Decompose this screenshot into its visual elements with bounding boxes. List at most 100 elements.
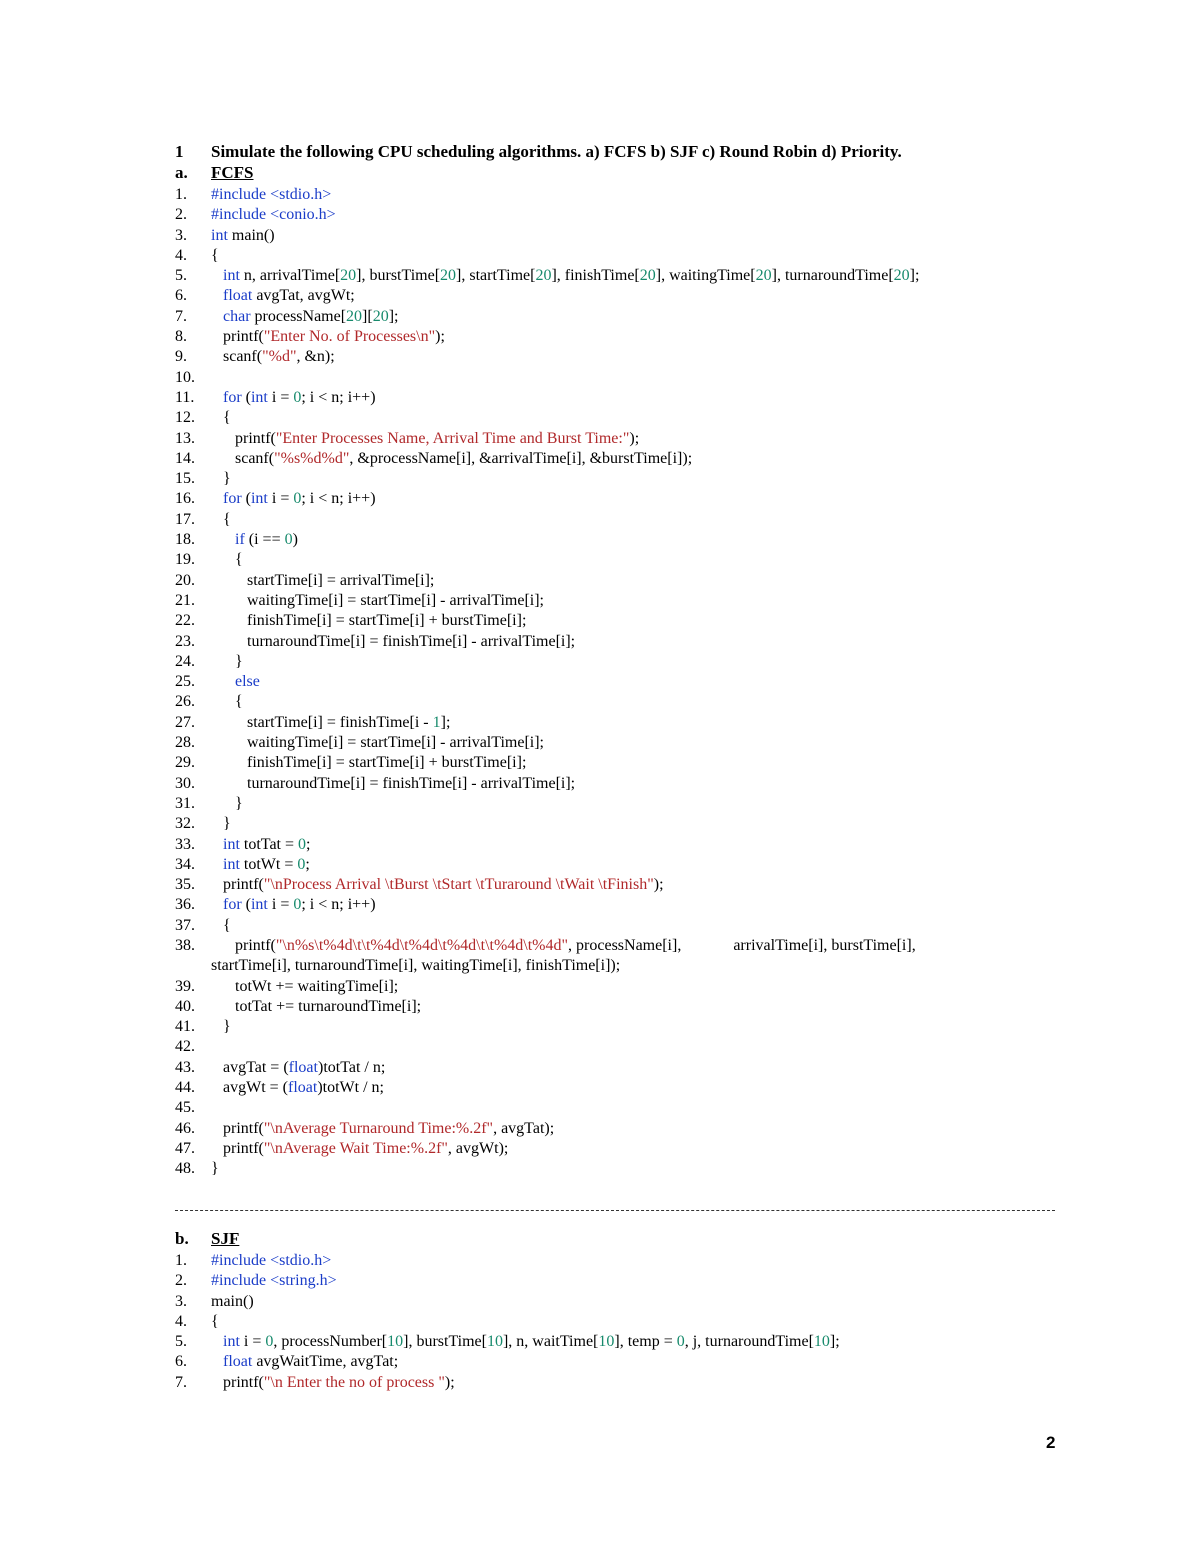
code-token: (i == — [244, 531, 285, 549]
page-number: 2 — [1046, 1433, 1056, 1452]
code-line: startTime[i], turnaroundTime[i], waiting… — [175, 956, 919, 976]
code-token: 0 — [284, 531, 293, 549]
code-token: avgTat = ( — [211, 1058, 289, 1076]
code-token: , &n); — [296, 348, 335, 366]
code-token: int — [250, 388, 268, 406]
fcfs-code-block: 1. #include <stdio.h> 2. #include <conio.h>… — [175, 185, 919, 1180]
code-token: totWt += waitingTime[i]; — [211, 977, 399, 995]
line-number: 10. — [175, 368, 195, 386]
code-line: 24. } — [175, 652, 919, 672]
code-token: printf( — [211, 936, 276, 954]
code-token: ); — [653, 876, 664, 894]
code-token: float — [288, 1058, 318, 1076]
code-line: 45. — [175, 1098, 919, 1118]
code-token: { — [211, 551, 243, 569]
code-token: avgWt = ( — [211, 1079, 288, 1097]
line-number: 4. — [175, 1312, 187, 1330]
code-token: 10 — [486, 1333, 503, 1351]
line-number: 7. — [175, 1373, 187, 1391]
code-line: 43. avgTat = (float)totTat / n; — [175, 1058, 919, 1078]
line-number: 46. — [175, 1119, 195, 1137]
code-token: ], n, waitTime[ — [502, 1333, 599, 1351]
code-token: n, arrivalTime[ — [239, 267, 341, 285]
code-token: finishTime[i] = startTime[i] + burstTime… — [211, 754, 527, 772]
line-number: 42. — [175, 1038, 195, 1056]
code-line: 41. } — [175, 1017, 919, 1037]
section-divider — [175, 1210, 1055, 1211]
code-token: 20 — [755, 267, 772, 285]
code-token: i = — [267, 896, 294, 914]
code-line: 47. printf("\nAverage Wait Time:%.2f", a… — [175, 1139, 919, 1159]
code-token: ); — [444, 1373, 455, 1391]
code-token: ]; — [829, 1333, 840, 1351]
code-token: , avgWt); — [447, 1139, 509, 1157]
code-token: { — [211, 246, 219, 264]
line-number: 30. — [175, 774, 195, 792]
line-number: 25. — [175, 673, 195, 691]
code-token: scanf( — [211, 348, 263, 366]
code-token: ); — [435, 328, 445, 346]
code-line: 25. else — [175, 672, 919, 692]
code-line: 4. { — [175, 1312, 840, 1332]
code-token: startTime[i] = arrivalTime[i]; — [211, 571, 435, 589]
code-token: "\n Enter the no of process " — [263, 1373, 445, 1391]
line-number: 28. — [175, 734, 195, 752]
line-number: 45. — [175, 1099, 195, 1117]
line-number: 1. — [175, 186, 187, 203]
line-number: 32. — [175, 815, 195, 833]
code-line: 19. { — [175, 550, 919, 570]
code-line: 3. main() — [175, 1292, 840, 1312]
code-token: ], burstTime[ — [356, 267, 441, 285]
line-number: 18. — [175, 531, 195, 549]
code-line: 46. printf("\nAverage Turnaround Time:%.… — [175, 1119, 919, 1139]
line-number: 38. — [175, 936, 195, 954]
code-line: 29. finishTime[i] = startTime[i] + burst… — [175, 753, 919, 773]
code-line: 42. — [175, 1037, 919, 1057]
code-token: printf( — [211, 1139, 264, 1157]
code-line: 48.} — [175, 1159, 919, 1179]
line-number: 39. — [175, 977, 195, 995]
code-line: 36. for (int i = 0; i < n; i++) — [175, 895, 919, 915]
code-token: printf( — [211, 429, 276, 447]
code-token: { — [211, 916, 231, 934]
code-token: { — [211, 510, 231, 528]
code-token: ( — [241, 490, 251, 508]
code-token: ; — [305, 855, 310, 873]
code-line: 9. scanf("%d", &n); — [175, 347, 919, 367]
code-token: main() — [211, 1292, 254, 1310]
code-line: 26. { — [175, 692, 919, 712]
line-number: 36. — [175, 896, 195, 914]
code-line: 44. avgWt = (float)totWt / n; — [175, 1078, 919, 1098]
line-number: 43. — [175, 1058, 195, 1076]
code-token: printf( — [211, 1373, 264, 1391]
code-line: 28. waitingTime[i] = startTime[i] - arri… — [175, 733, 919, 753]
code-token: char — [223, 307, 251, 325]
code-line: 11. for (int i = 0; i < n; i++) — [175, 388, 919, 408]
code-token: ; — [306, 835, 311, 853]
line-number: 29. — [175, 754, 195, 772]
code-token: } — [211, 1160, 219, 1178]
code-line: 18. if (i == 0) — [175, 530, 919, 550]
line-number: 37. — [175, 916, 195, 934]
code-line: 37. { — [175, 916, 919, 936]
code-token: , j, turnaroundTime[ — [684, 1333, 814, 1351]
code-line: 10. — [175, 368, 919, 388]
line-number: 26. — [175, 693, 195, 711]
sjf-code-block: 1. #include <stdio.h> 2. #include <string.h… — [175, 1251, 840, 1393]
code-token: int — [211, 226, 228, 244]
line-number: 5. — [175, 1333, 187, 1351]
code-line: 7. char processName[20][20]; — [175, 307, 919, 327]
code-token: 20 — [440, 267, 457, 285]
code-token: )totWt / n; — [317, 1079, 384, 1097]
code-token: ], burstTime[ — [403, 1333, 487, 1351]
line-number: 21. — [175, 591, 195, 609]
section-letter: b. — [175, 1229, 189, 1248]
code-token: for — [223, 490, 242, 508]
line-number: 23. — [175, 632, 195, 650]
code-token: int — [223, 1333, 240, 1351]
code-token: if — [235, 531, 245, 549]
code-token: } — [211, 815, 231, 833]
code-token: "%d" — [262, 348, 297, 366]
code-token: printf( — [211, 876, 264, 894]
code-line: 38. printf("\n%s\t%4d\t\t%4d\t%4d\t%4d\t… — [175, 936, 919, 956]
